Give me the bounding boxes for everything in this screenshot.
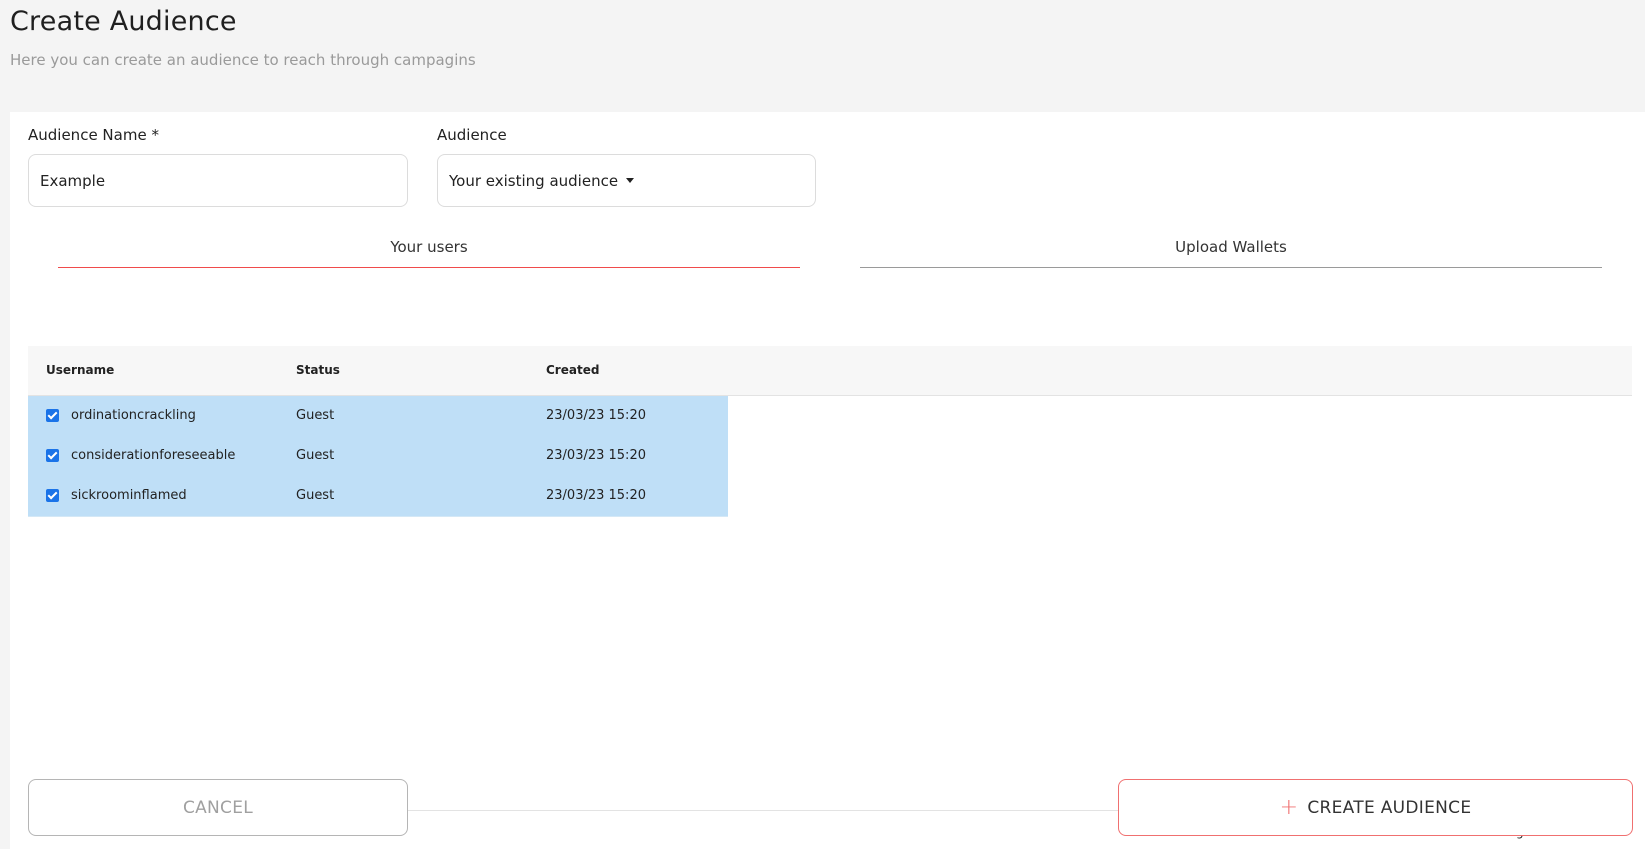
column-header-created[interactable]: Created [546, 346, 599, 395]
row-checkbox[interactable] [46, 409, 59, 422]
tab-your-users[interactable]: Your users [58, 238, 800, 268]
create-audience-button[interactable]: + CREATE AUDIENCE [1118, 779, 1633, 836]
table-row[interactable]: sickroominflamed Guest 23/03/23 15:20 [28, 476, 728, 517]
audience-select[interactable]: Your existing audience [437, 154, 816, 207]
cancel-button-label: CANCEL [182, 797, 254, 818]
caret-down-icon [626, 178, 635, 183]
tab-your-users-label: Your users [390, 238, 468, 256]
cell-username: sickroominflamed [71, 488, 187, 503]
audience-label: Audience [437, 126, 507, 144]
create-audience-button-label: CREATE AUDIENCE [1307, 797, 1472, 818]
create-audience-card: Audience Name * Audience Your existing a… [10, 112, 1645, 849]
tab-underline [860, 267, 1602, 268]
page-subtitle: Here you can create an audience to reach… [10, 51, 476, 69]
cell-status: Guest [296, 448, 335, 463]
cell-created: 23/03/23 15:20 [546, 488, 646, 503]
tab-upload-wallets[interactable]: Upload Wallets [860, 238, 1602, 268]
column-header-status[interactable]: Status [296, 346, 340, 395]
table-row[interactable]: ordinationcrackling Guest 23/03/23 15:20 [28, 396, 728, 437]
row-checkbox[interactable] [46, 449, 59, 462]
tab-active-indicator [58, 267, 800, 268]
audience-name-input[interactable] [28, 154, 408, 207]
table-row[interactable]: considerationforeseeable Guest 23/03/23 … [28, 436, 728, 477]
cell-created: 23/03/23 15:20 [546, 448, 646, 463]
audience-select-value: Your existing audience [449, 171, 619, 190]
plus-icon: + [1279, 794, 1299, 820]
cell-status: Guest [296, 488, 335, 503]
column-header-username[interactable]: Username [46, 346, 114, 395]
page-title: Create Audience [10, 6, 237, 37]
row-checkbox[interactable] [46, 489, 59, 502]
tab-upload-wallets-label: Upload Wallets [1175, 238, 1287, 256]
audience-name-label: Audience Name * [28, 126, 159, 144]
cell-username: ordinationcrackling [71, 408, 196, 423]
users-table: Username Status Created ordinationcrackl… [28, 346, 1632, 811]
cell-username: considerationforeseeable [71, 448, 236, 463]
cell-status: Guest [296, 408, 335, 423]
cell-created: 23/03/23 15:20 [546, 408, 646, 423]
cancel-button[interactable]: CANCEL [28, 779, 408, 836]
table-header: Username Status Created [28, 346, 1632, 396]
